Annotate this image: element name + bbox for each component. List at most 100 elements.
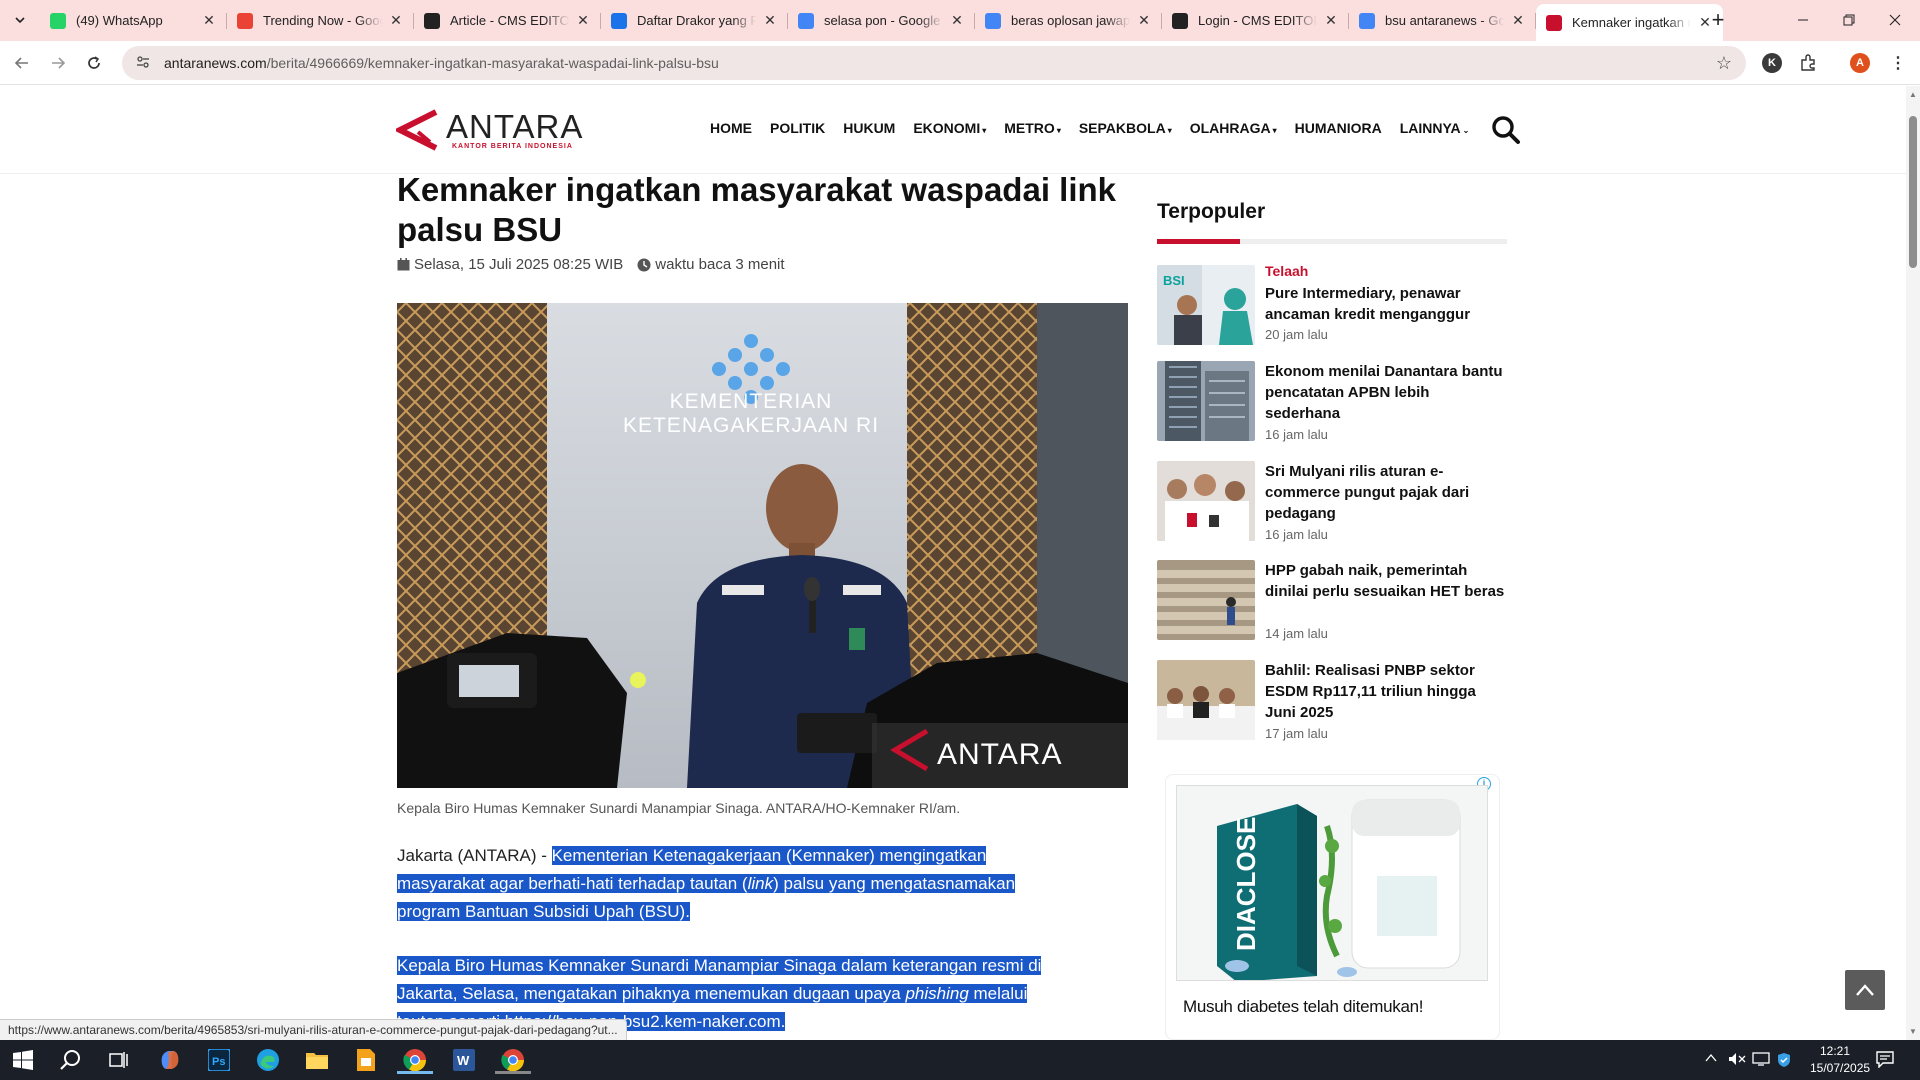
minimize-button[interactable] — [1780, 0, 1826, 40]
volume-muted-icon[interactable] — [1728, 1052, 1746, 1069]
chrome-profile-app[interactable] — [495, 1046, 531, 1074]
nav-item-label: HOME — [710, 120, 752, 136]
word-app[interactable]: W — [449, 1046, 479, 1074]
popular-time: 14 jam lalu — [1265, 626, 1328, 641]
nav-item[interactable]: HOME — [710, 120, 752, 136]
article-hero-image[interactable]: KEMENTERIAN KETENAGAKERJAAN RI ANTARA — [397, 303, 1128, 788]
slides-icon — [357, 1049, 375, 1071]
reload-button[interactable] — [80, 49, 108, 77]
tab-close-icon[interactable]: ✕ — [201, 12, 217, 29]
copilot-app[interactable] — [155, 1046, 185, 1074]
new-tab-button[interactable]: + — [1704, 6, 1732, 34]
advertisement[interactable]: i DIACLOSE Musuh diabetes telah ditemuka… — [1165, 774, 1500, 1040]
browser-tab[interactable]: Article - CMS EDITOR ✕ — [414, 4, 601, 37]
nav-item[interactable]: HUMANIORA — [1295, 120, 1382, 136]
popular-thumbnail[interactable] — [1157, 461, 1255, 541]
popular-thumbnail[interactable] — [1157, 361, 1255, 441]
edge-app[interactable] — [253, 1046, 283, 1074]
nav-item[interactable]: HUKUM — [843, 120, 895, 136]
task-view-button[interactable] — [104, 1046, 134, 1074]
nav-item[interactable]: LAINNYA ⌄ — [1400, 120, 1470, 136]
browser-tab[interactable]: bsu antaranews - Goo ✕ — [1349, 4, 1536, 37]
security-shield-icon[interactable] — [1776, 1052, 1792, 1071]
tab-close-icon[interactable]: ✕ — [762, 12, 778, 29]
popular-item[interactable]: Ekonom menilai Danantara bantu pencatata… — [1157, 361, 1507, 442]
tab-title: Login - CMS EDITOR — [1198, 13, 1317, 28]
popular-headline[interactable]: HPP gabah naik, pemerintah dinilai perlu… — [1265, 560, 1507, 602]
nav-item[interactable]: OLAHRAGA ▾ — [1190, 120, 1277, 136]
tab-close-icon[interactable]: ✕ — [388, 12, 404, 29]
browser-tab[interactable]: Kemnaker ingatkan ma✕ — [1536, 4, 1723, 41]
nav-item-label: LAINNYA — [1399, 120, 1461, 136]
tray-overflow-chevron-icon[interactable] — [1705, 1052, 1717, 1066]
network-icon[interactable] — [1752, 1052, 1770, 1069]
taskbar-search-button[interactable] — [56, 1046, 86, 1074]
back-to-top-button[interactable] — [1845, 970, 1885, 1010]
popular-item[interactable]: BSI Telaah Pure Intermediary, penawar an… — [1157, 263, 1507, 345]
tab-close-icon[interactable]: ✕ — [1136, 12, 1152, 29]
tab-close-icon[interactable]: ✕ — [949, 12, 965, 29]
extensions-puzzle-icon[interactable] — [1798, 53, 1818, 73]
forward-button[interactable] — [44, 49, 72, 77]
popular-headline[interactable]: Bahlil: Realisasi PNBP sektor ESDM Rp117… — [1265, 660, 1507, 723]
tab-close-icon[interactable]: ✕ — [1323, 12, 1339, 29]
scroll-up-arrow-icon[interactable]: ▲ — [1909, 90, 1917, 99]
browser-tab[interactable]: Daftar Drakor yang Pa ✕ — [601, 4, 788, 37]
article-paragraph-1: Jakarta (ANTARA) - Kementerian Ketenagak… — [397, 842, 1127, 926]
popular-kicker[interactable]: Telaah — [1265, 263, 1308, 279]
popular-headline[interactable]: Ekonom menilai Danantara bantu pencatata… — [1265, 361, 1507, 424]
browser-tab[interactable]: beras oplosan jawapo ✕ — [975, 4, 1162, 37]
browser-tab[interactable]: selasa pon - Google S ✕ — [788, 4, 975, 37]
browser-menu-icon[interactable]: ⋮ — [1888, 53, 1908, 73]
tab-close-icon[interactable]: ✕ — [1510, 12, 1526, 29]
photo-watermark: ANTARA — [937, 738, 1062, 771]
popular-thumbnail[interactable]: BSI — [1157, 265, 1255, 345]
browser-tab[interactable]: Trending Now - Google ✕ — [227, 4, 414, 37]
system-clock[interactable]: 12:21 15/07/2025 — [1810, 1043, 1870, 1077]
close-window-button[interactable] — [1872, 0, 1918, 40]
scroll-down-arrow-icon[interactable]: ▼ — [1909, 1027, 1917, 1036]
popular-headline[interactable]: Sri Mulyani rilis aturan e-commerce pung… — [1265, 461, 1507, 524]
task-view-icon — [109, 1052, 128, 1068]
scrollbar-thumb[interactable] — [1909, 116, 1917, 268]
nav-item[interactable]: SEPAKBOLA ▾ — [1079, 120, 1172, 136]
cms-icon — [424, 12, 440, 29]
start-button[interactable] — [8, 1046, 38, 1074]
bookmark-star-icon[interactable]: ☆ — [1716, 53, 1732, 74]
notification-center-icon[interactable] — [1876, 1050, 1894, 1071]
tab-close-icon[interactable]: ✕ — [575, 12, 591, 29]
restore-button[interactable] — [1826, 0, 1872, 40]
chrome-app[interactable] — [397, 1046, 433, 1074]
site-search-button[interactable] — [1490, 114, 1522, 146]
site-info-icon[interactable] — [136, 55, 152, 72]
tab-search-button[interactable] — [8, 8, 32, 32]
popular-item[interactable]: HPP gabah naik, pemerintah dinilai perlu… — [1157, 560, 1507, 641]
antara-logo[interactable]: ANTARA KANTOR BERITA INDONESIA — [396, 108, 583, 152]
browser-tab[interactable]: (49) WhatsApp ✕ — [40, 4, 227, 37]
nav-item[interactable]: EKONOMI ▾ — [913, 120, 986, 136]
browser-tab[interactable]: Login - CMS EDITOR ✕ — [1162, 4, 1349, 37]
slides-app[interactable] — [351, 1046, 381, 1074]
popular-thumbnail[interactable] — [1157, 660, 1255, 740]
popular-headline[interactable]: Pure Intermediary, penawar ancaman kredi… — [1265, 283, 1507, 325]
tune-icon — [137, 55, 149, 68]
whatsapp-icon — [50, 12, 66, 29]
address-bar[interactable]: antaranews.com/berita/4966669/kemnaker-i… — [122, 46, 1746, 80]
ad-image[interactable]: DIACLOSE — [1176, 785, 1488, 981]
back-button[interactable] — [8, 49, 36, 77]
extension-avatar[interactable]: K — [1762, 53, 1782, 73]
edge-icon — [257, 1049, 279, 1071]
page-scrollbar[interactable]: ▲ ▼ — [1906, 86, 1920, 1040]
profile-avatar[interactable]: A — [1850, 53, 1870, 73]
svg-text:Ps: Ps — [212, 1056, 225, 1068]
ad-headline[interactable]: Musuh diabetes telah ditemukan! — [1183, 997, 1424, 1017]
popular-item[interactable]: Sri Mulyani rilis aturan e-commerce pung… — [1157, 461, 1507, 542]
nav-item[interactable]: POLITIK — [770, 120, 825, 136]
popular-thumbnail[interactable] — [1157, 560, 1255, 640]
chevron-up-icon — [1856, 984, 1874, 996]
file-explorer-app[interactable] — [302, 1046, 332, 1074]
popular-item[interactable]: Bahlil: Realisasi PNBP sektor ESDM Rp117… — [1157, 660, 1507, 741]
photoshop-app[interactable]: Ps — [204, 1046, 234, 1074]
chevron-up-icon — [1705, 1053, 1717, 1062]
nav-item[interactable]: METRO ▾ — [1004, 120, 1061, 136]
